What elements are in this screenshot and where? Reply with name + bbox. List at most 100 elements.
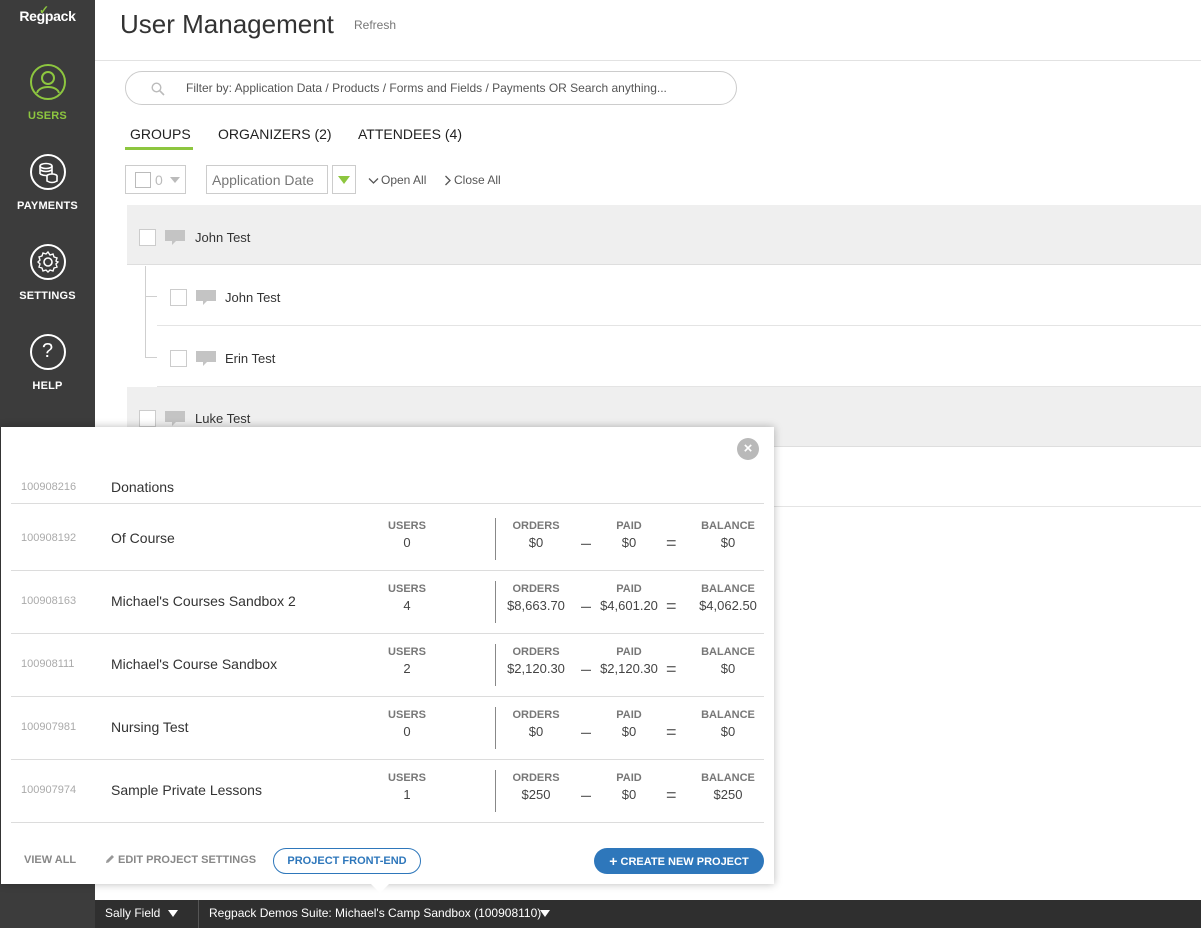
member-name[interactable]: John Test — [225, 290, 280, 305]
bulk-select-dropdown[interactable]: 0 — [125, 165, 186, 194]
equals-sign: = — [666, 533, 677, 553]
member-row[interactable]: John Test — [157, 266, 1201, 326]
minus-sign: – — [581, 659, 592, 679]
comment-icon[interactable] — [195, 350, 217, 367]
balance-amount: $250 — [713, 787, 743, 802]
minus-sign: – — [581, 785, 592, 805]
page-title: User Management — [120, 9, 334, 39]
group-name[interactable]: John Test — [195, 230, 250, 245]
close-all-label: Close All — [454, 173, 501, 187]
project-row[interactable]: 100908216 Donations — [11, 478, 764, 504]
project-name[interactable]: Sample Private Lessons — [111, 782, 262, 798]
project-name[interactable]: Michael's Courses Sandbox 2 — [111, 593, 296, 609]
project-id: 100908192 — [21, 532, 77, 544]
row-checkbox[interactable] — [170, 350, 187, 367]
balance-amount: $0 — [720, 724, 736, 739]
comment-icon[interactable] — [164, 229, 186, 246]
row-checkbox[interactable] — [139, 229, 156, 246]
stat-divider — [495, 644, 496, 686]
orders-stat: ORDERS $250 — [502, 772, 570, 802]
sidebar-item-users[interactable]: USERS — [0, 64, 95, 122]
project-row[interactable]: 100908111 Michael's Course Sandbox USERS 2 O… — [11, 634, 764, 697]
paid-stat: PAID $4,601.20 — [595, 583, 663, 613]
balance-stat: BALANCE $4,062.50 — [692, 583, 764, 613]
users-stat: USERS 0 — [377, 709, 437, 739]
orders-amount: $0 — [528, 724, 544, 739]
equals-sign: = — [666, 722, 677, 742]
project-name[interactable]: Nursing Test — [111, 719, 189, 735]
caret-down-icon[interactable] — [540, 910, 550, 917]
close-icon[interactable]: × — [737, 438, 759, 460]
tab-attendees[interactable]: ATTENDEES (4) — [358, 126, 462, 142]
orders-stat: ORDERS $0 — [502, 520, 570, 550]
view-all-link[interactable]: VIEW ALL — [24, 854, 76, 866]
caret-down-icon[interactable] — [168, 910, 178, 917]
popup-footer: VIEW ALL EDIT PROJECT SETTINGS PROJECT F… — [1, 842, 774, 882]
sort-field-select[interactable]: Application Date — [206, 165, 328, 194]
balance-stat: BALANCE $0 — [692, 646, 764, 676]
sidebar-item-label: PAYMENTS — [17, 200, 78, 212]
equals-sign: = — [666, 596, 677, 616]
pencil-icon — [106, 855, 114, 863]
project-row[interactable]: 100908192 Of Course USERS 0 ORDERS $0 – PAID $0 =… — [11, 508, 764, 571]
paid-amount: $4,601.20 — [600, 598, 658, 613]
row-checkbox[interactable] — [139, 410, 156, 427]
sidebar-item-settings[interactable]: SETTINGS — [0, 244, 95, 302]
users-count: 0 — [403, 535, 411, 550]
balance-stat: BALANCE $0 — [692, 520, 764, 550]
member-row[interactable]: Erin Test — [157, 327, 1201, 387]
tab-groups[interactable]: GROUPS — [130, 126, 191, 142]
minus-sign: – — [581, 533, 592, 553]
tree-connector — [145, 266, 146, 357]
search-icon — [151, 82, 165, 96]
refresh-link[interactable]: Refresh — [354, 18, 396, 32]
paid-amount: $0 — [621, 535, 637, 550]
project-row[interactable]: 100907974 Sample Private Lessons USERS 1 ORD… — [11, 760, 764, 823]
project-row[interactable]: 100908163 Michael's Courses Sandbox 2 USER… — [11, 571, 764, 634]
bottom-bar-divider — [198, 900, 199, 928]
users-count: 2 — [403, 661, 411, 676]
close-all-button[interactable]: Close All — [444, 173, 501, 187]
sort-direction-button[interactable] — [332, 165, 356, 194]
paid-stat: PAID $0 — [595, 709, 663, 739]
comment-icon[interactable] — [195, 289, 217, 306]
edit-project-settings-link[interactable]: EDIT PROJECT SETTINGS — [105, 854, 256, 866]
current-project-menu[interactable]: Regpack Demos Suite: Michael's Camp Sand… — [209, 906, 541, 920]
tab-organizers[interactable]: ORGANIZERS (2) — [218, 126, 332, 142]
group-row[interactable]: John Test — [127, 205, 1201, 265]
create-new-project-button[interactable]: + CREATE NEW PROJECT — [594, 848, 764, 874]
paid-label: PAID — [616, 520, 642, 532]
sidebar-item-payments[interactable]: PAYMENTS — [0, 154, 95, 212]
comment-icon[interactable] — [164, 410, 186, 427]
sidebar-item-help[interactable]: ? HELP — [0, 334, 95, 392]
paid-stat: PAID $0 — [595, 772, 663, 802]
project-row[interactable]: 100907981 Nursing Test USERS 0 ORDERS $0– PAID… — [11, 697, 764, 760]
current-user-menu[interactable]: Sally Field — [105, 906, 160, 920]
stat-divider — [495, 581, 496, 623]
search-bar[interactable] — [125, 71, 737, 105]
search-input[interactable] — [186, 79, 726, 97]
open-all-label: Open All — [381, 173, 427, 187]
balance-label: BALANCE — [701, 772, 755, 784]
member-name[interactable]: Erin Test — [225, 351, 275, 366]
project-front-end-button[interactable]: PROJECT FRONT-END — [273, 848, 421, 874]
paid-stat: PAID $2,120.30 — [595, 646, 663, 676]
project-name[interactable]: Michael's Course Sandbox — [111, 656, 277, 672]
row-checkbox[interactable] — [170, 289, 187, 306]
stat-divider — [495, 707, 496, 749]
project-name[interactable]: Of Course — [111, 530, 175, 546]
balance-amount: $0 — [720, 661, 736, 676]
project-id: 100907981 — [21, 721, 77, 733]
balance-label: BALANCE — [701, 646, 755, 658]
project-name[interactable]: Donations — [111, 479, 174, 495]
balance-amount: $4,062.50 — [699, 598, 757, 613]
project-id: 100908111 — [21, 658, 75, 670]
users-label: USERS — [388, 583, 426, 595]
open-all-button[interactable]: Open All — [368, 173, 426, 187]
group-name[interactable]: Luke Test — [195, 411, 250, 426]
select-all-checkbox[interactable] — [135, 172, 151, 188]
users-stat: USERS 0 — [377, 520, 437, 550]
edit-project-settings-label: EDIT PROJECT SETTINGS — [118, 854, 257, 866]
balance-label: BALANCE — [701, 709, 755, 721]
regpack-logo[interactable]: ✓ Regpack — [0, 3, 95, 24]
